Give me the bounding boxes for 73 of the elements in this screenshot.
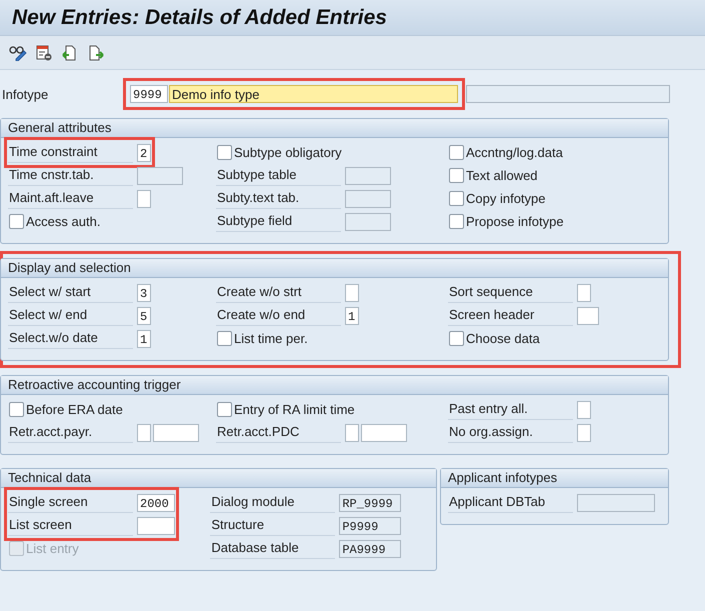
checkbox-label: Accntng/log.data [466, 145, 563, 160]
input-field[interactable] [577, 306, 599, 324]
checkbox[interactable] [9, 402, 24, 417]
checkbox[interactable] [449, 191, 464, 206]
input-field[interactable]: 2 [137, 144, 151, 162]
field-label: Applicant DBTab [448, 492, 573, 513]
input-field: P9999 [339, 516, 402, 534]
field-label: Screen header [448, 305, 573, 326]
input-field[interactable] [153, 424, 199, 442]
input-field[interactable] [137, 190, 151, 208]
field-label: Subty.text tab. [216, 188, 341, 209]
checkbox-label: Choose data [466, 331, 540, 346]
input-field[interactable]: 1 [137, 330, 151, 348]
checkbox-label: Before ERA date [26, 402, 123, 417]
field-label: Single screen [8, 492, 133, 513]
checkbox[interactable] [217, 402, 232, 417]
infotype-code-field[interactable]: 9999 [130, 85, 168, 103]
input-field[interactable] [345, 424, 359, 442]
field-label: Structure [210, 515, 336, 536]
checkbox-label: Access auth. [26, 214, 100, 229]
group-title: Retroactive accounting trigger [1, 376, 668, 395]
checkbox[interactable] [449, 214, 464, 229]
input-field[interactable]: 1 [345, 306, 359, 324]
input-field[interactable]: 3 [137, 284, 151, 302]
checkbox-label: List time per. [234, 331, 308, 346]
field-label: Time constraint [8, 142, 133, 163]
input-field[interactable] [577, 424, 591, 442]
checkbox-label: Subtype obligatory [234, 145, 342, 160]
checkbox-label: List entry [26, 541, 79, 556]
checkbox[interactable] [217, 331, 232, 346]
group-title: Display and selection [1, 259, 668, 278]
checkbox[interactable] [217, 145, 232, 160]
field-label: Select w/ start [8, 282, 133, 303]
field-label: Create w/o end [216, 305, 341, 326]
field-label: Infotype [1, 86, 50, 102]
input-field[interactable]: 2000 [137, 494, 175, 512]
field-label: Select w/ end [8, 305, 133, 326]
field-label: Retr.acct.payr. [8, 422, 133, 443]
field-label: Dialog module [210, 492, 336, 513]
checkbox-label: Propose infotype [466, 214, 564, 229]
field-label: No org.assign. [448, 422, 573, 443]
input-field: PA9999 [339, 540, 402, 558]
window-title: New Entries: Details of Added Entries [12, 6, 387, 30]
checkbox-label: Entry of RA limit time [234, 402, 355, 417]
field-label: Sort sequence [448, 282, 573, 303]
input-field[interactable] [345, 284, 359, 302]
checkbox-label: Copy infotype [466, 191, 546, 206]
checkbox[interactable] [449, 331, 464, 346]
field-label: Subtype table [216, 165, 341, 186]
field-label: Select.w/o date [8, 328, 133, 349]
input-field: RP_9999 [339, 494, 402, 512]
field-label: Create w/o strt [216, 282, 341, 303]
field-label: Maint.aft.leave [8, 188, 133, 209]
checkbox[interactable] [9, 214, 24, 229]
field-label: Database table [210, 538, 336, 559]
input-field[interactable]: 5 [137, 306, 151, 324]
field-label: Retr.acct.PDC [216, 422, 341, 443]
group-title: Applicant infotypes [441, 469, 668, 488]
field-label: Past entry all. [448, 399, 573, 420]
group-title: Technical data [1, 469, 436, 488]
group-title: General attributes [1, 119, 668, 138]
infotype-description-field[interactable]: Demo info type [169, 85, 458, 103]
input-field[interactable] [137, 516, 175, 534]
checkbox[interactable] [449, 168, 464, 183]
input-field[interactable] [361, 424, 407, 442]
input-field[interactable] [577, 400, 591, 418]
field-label: Subtype field [216, 211, 341, 232]
checkbox-label: Text allowed [466, 168, 538, 183]
input-field[interactable] [137, 424, 151, 442]
input-field[interactable] [577, 284, 591, 302]
checkbox[interactable] [449, 145, 464, 160]
field-label: List screen [8, 515, 133, 536]
field-label: Time cnstr.tab. [8, 165, 133, 186]
